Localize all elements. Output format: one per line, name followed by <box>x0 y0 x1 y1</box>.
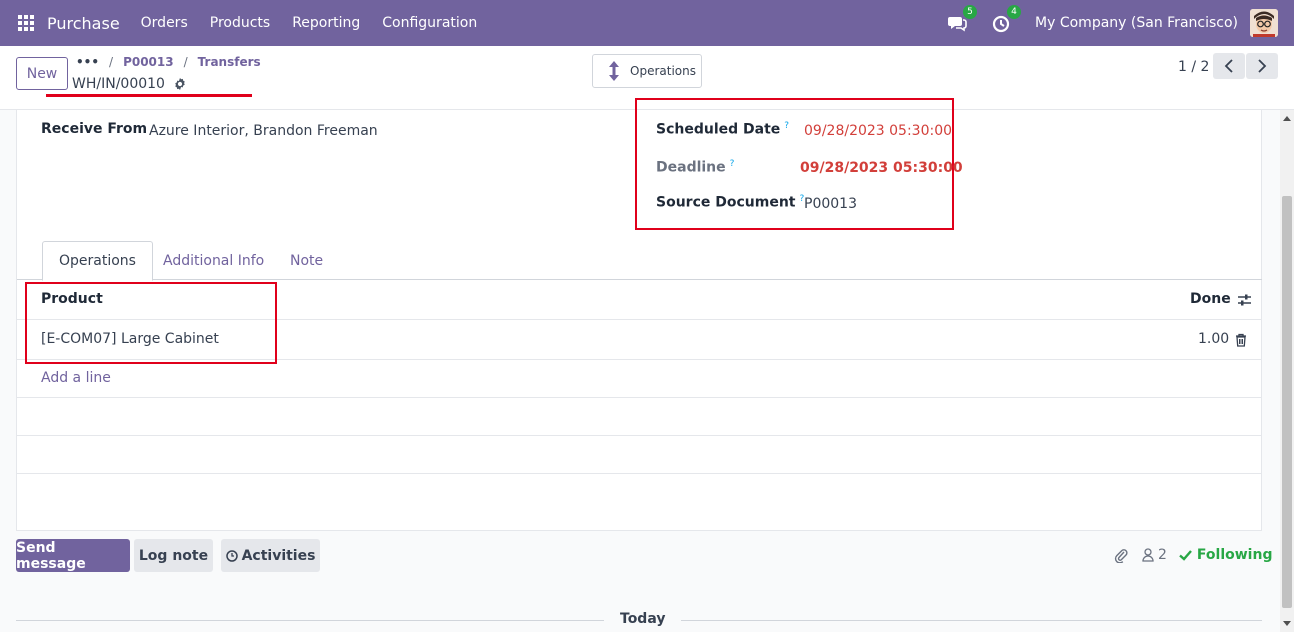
menu-products[interactable]: Products <box>210 15 270 31</box>
operations-smart-button[interactable]: Operations <box>592 54 702 88</box>
avatar-image <box>1250 9 1278 37</box>
company-switcher[interactable]: My Company (San Francisco) <box>1035 15 1238 31</box>
pager-next-button[interactable] <box>1246 53 1278 79</box>
menu-configuration[interactable]: Configuration <box>382 15 477 31</box>
top-navbar: Purchase Orders Products Reporting Confi… <box>0 0 1294 46</box>
deadline-label: Deadline? <box>656 159 735 176</box>
breadcrumb-more[interactable]: ••• <box>76 55 99 69</box>
scheduled-date-label: Scheduled Date? <box>656 121 790 138</box>
breadcrumb-separator: / <box>109 55 114 69</box>
breadcrumb: ••• / P00013 / Transfers <box>76 55 261 69</box>
breadcrumb-transfers[interactable]: Transfers <box>198 55 261 69</box>
gear-icon[interactable] <box>173 77 187 91</box>
empty-row <box>17 398 1262 436</box>
activities-chatter-button[interactable]: Activities <box>221 539 320 572</box>
check-icon <box>1179 550 1192 561</box>
deadline-field: 09/28/2023 05:30:00 <box>800 160 963 176</box>
app-title[interactable]: Purchase <box>47 14 120 33</box>
help-icon[interactable]: ? <box>730 159 735 169</box>
highlight-underline <box>46 94 252 97</box>
new-button[interactable]: New <box>16 57 68 90</box>
scroll-thumb[interactable] <box>1282 196 1292 608</box>
receive-from-field[interactable]: Azure Interior, Brandon Freeman <box>149 123 378 139</box>
chatter-topbar-right: 2 Following <box>1114 545 1272 565</box>
scroll-down-arrow[interactable] <box>1283 621 1291 626</box>
messages-button[interactable]: 5 <box>947 5 978 33</box>
notebook-tabs: Operations Additional Info Note <box>17 241 1262 281</box>
pager-previous-button[interactable] <box>1213 53 1245 79</box>
arrows-updown-icon <box>609 61 619 81</box>
done-cell[interactable]: 1.00 <box>1198 331 1229 347</box>
activities-badge: 4 <box>1007 5 1022 19</box>
followers-count[interactable]: 2 <box>1158 547 1167 563</box>
following-button[interactable]: Following <box>1197 547 1273 563</box>
person-icon[interactable] <box>1142 548 1154 562</box>
breadcrumb-separator: / <box>183 55 188 69</box>
log-note-button[interactable]: Log note <box>134 539 213 572</box>
pager-value[interactable]: 1 / 2 <box>1178 59 1209 75</box>
scrollbar[interactable] <box>1280 110 1294 632</box>
help-icon[interactable]: ? <box>784 121 789 131</box>
source-document-field[interactable]: P00013 <box>804 196 857 212</box>
date-separator-today: Today <box>604 611 682 627</box>
apps-grid-icon[interactable] <box>18 14 36 32</box>
menu-reporting[interactable]: Reporting <box>292 15 360 31</box>
operations-smart-label: Operations <box>630 64 696 78</box>
add-line-link[interactable]: Add a line <box>41 370 111 386</box>
record-name: WH/IN/00010 <box>72 76 165 92</box>
highlight-box-product <box>25 282 277 364</box>
receive-from-label: Receive From <box>41 121 148 137</box>
record-title: WH/IN/00010 <box>72 76 187 92</box>
send-message-button[interactable]: Send message <box>16 539 130 572</box>
trash-icon[interactable] <box>1235 333 1247 347</box>
clock-icon <box>225 549 238 562</box>
chevron-right-icon <box>1258 59 1267 73</box>
activities-button[interactable]: 4 <box>991 5 1022 33</box>
tab-operations[interactable]: Operations <box>42 241 153 281</box>
tab-additional-info[interactable]: Additional Info <box>147 241 280 280</box>
scheduled-date-field[interactable]: 09/28/2023 05:30:00 <box>804 123 952 139</box>
empty-row <box>17 436 1262 474</box>
form-sheet: Receive From Azure Interior, Brandon Fre… <box>16 98 1262 531</box>
column-done[interactable]: Done <box>1190 291 1231 307</box>
menu-orders[interactable]: Orders <box>141 15 188 31</box>
source-document-label: Source Document? <box>656 194 805 211</box>
optional-columns-icon[interactable] <box>1237 293 1252 307</box>
user-avatar[interactable] <box>1250 9 1278 37</box>
scroll-up-arrow[interactable] <box>1283 116 1291 121</box>
paperclip-icon[interactable] <box>1114 547 1128 563</box>
messages-badge: 5 <box>963 5 978 19</box>
tab-note[interactable]: Note <box>274 241 339 280</box>
chevron-left-icon <box>1224 59 1233 73</box>
activities-chatter-label: Activities <box>241 547 316 564</box>
add-line-row: Add a line <box>17 360 1262 398</box>
breadcrumb-purchase-order[interactable]: P00013 <box>123 55 174 69</box>
